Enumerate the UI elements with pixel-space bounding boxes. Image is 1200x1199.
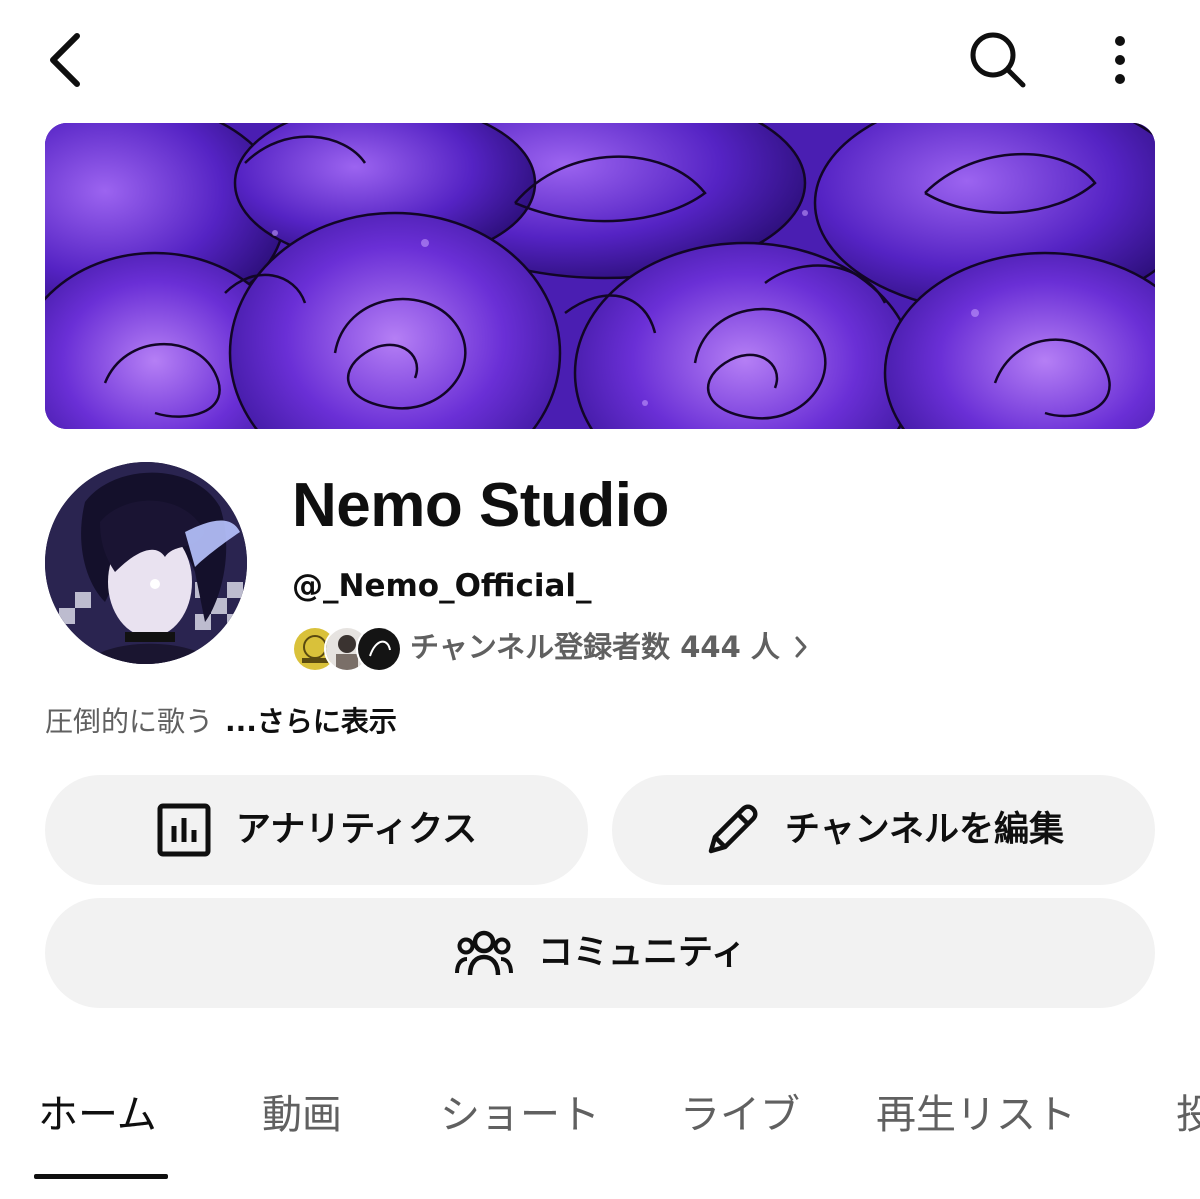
- back-button[interactable]: [30, 22, 100, 102]
- community-icon: [454, 927, 514, 979]
- tab-home[interactable]: ホーム: [38, 1090, 157, 1140]
- channel-description: 圧倒的に歌う: [45, 705, 214, 738]
- analytics-icon: [156, 802, 212, 858]
- subscriber-avatar: [356, 626, 402, 672]
- tab-playlists[interactable]: 再生リスト: [876, 1090, 1076, 1140]
- more-vertical-icon: [1112, 35, 1128, 89]
- tab-videos[interactable]: 動画: [262, 1090, 342, 1140]
- channel-description-row[interactable]: 圧倒的に歌う ...さらに表示: [45, 700, 397, 744]
- tab-shorts[interactable]: ショート: [440, 1090, 600, 1140]
- active-tab-indicator: [34, 1174, 168, 1179]
- channel-tabs: ホーム 動画 ショート ライブ 再生リスト 投: [0, 1070, 1200, 1180]
- search-icon: [967, 29, 1029, 95]
- show-more-link[interactable]: ...さらに表示: [225, 700, 397, 744]
- subscribers-row[interactable]: チャンネル登録者数 444 人: [292, 622, 808, 672]
- channel-avatar[interactable]: [45, 462, 247, 664]
- analytics-button[interactable]: アナリティクス: [45, 775, 588, 885]
- avatar-illustration: [45, 462, 247, 664]
- subscriber-avatars: [292, 624, 402, 672]
- community-button[interactable]: コミュニティ: [45, 898, 1155, 1008]
- analytics-label: アナリティクス: [235, 810, 478, 850]
- tab-live[interactable]: ライブ: [680, 1090, 800, 1140]
- channel-name: Nemo Studio: [292, 471, 669, 540]
- tab-posts[interactable]: 投: [1176, 1090, 1200, 1140]
- more-options-button[interactable]: [1090, 22, 1150, 102]
- chevron-right-icon: [794, 635, 808, 659]
- channel-banner: [45, 123, 1155, 429]
- edit-channel-button[interactable]: チャンネルを編集: [612, 775, 1155, 885]
- subscriber-count: チャンネル登録者数 444 人: [410, 630, 780, 664]
- edit-channel-label: チャンネルを編集: [785, 810, 1064, 850]
- search-button[interactable]: [958, 22, 1038, 102]
- channel-handle: @_Nemo_Official_: [292, 568, 592, 604]
- community-label: コミュニティ: [538, 933, 746, 973]
- pencil-icon: [703, 801, 761, 859]
- chevron-left-icon: [45, 30, 85, 94]
